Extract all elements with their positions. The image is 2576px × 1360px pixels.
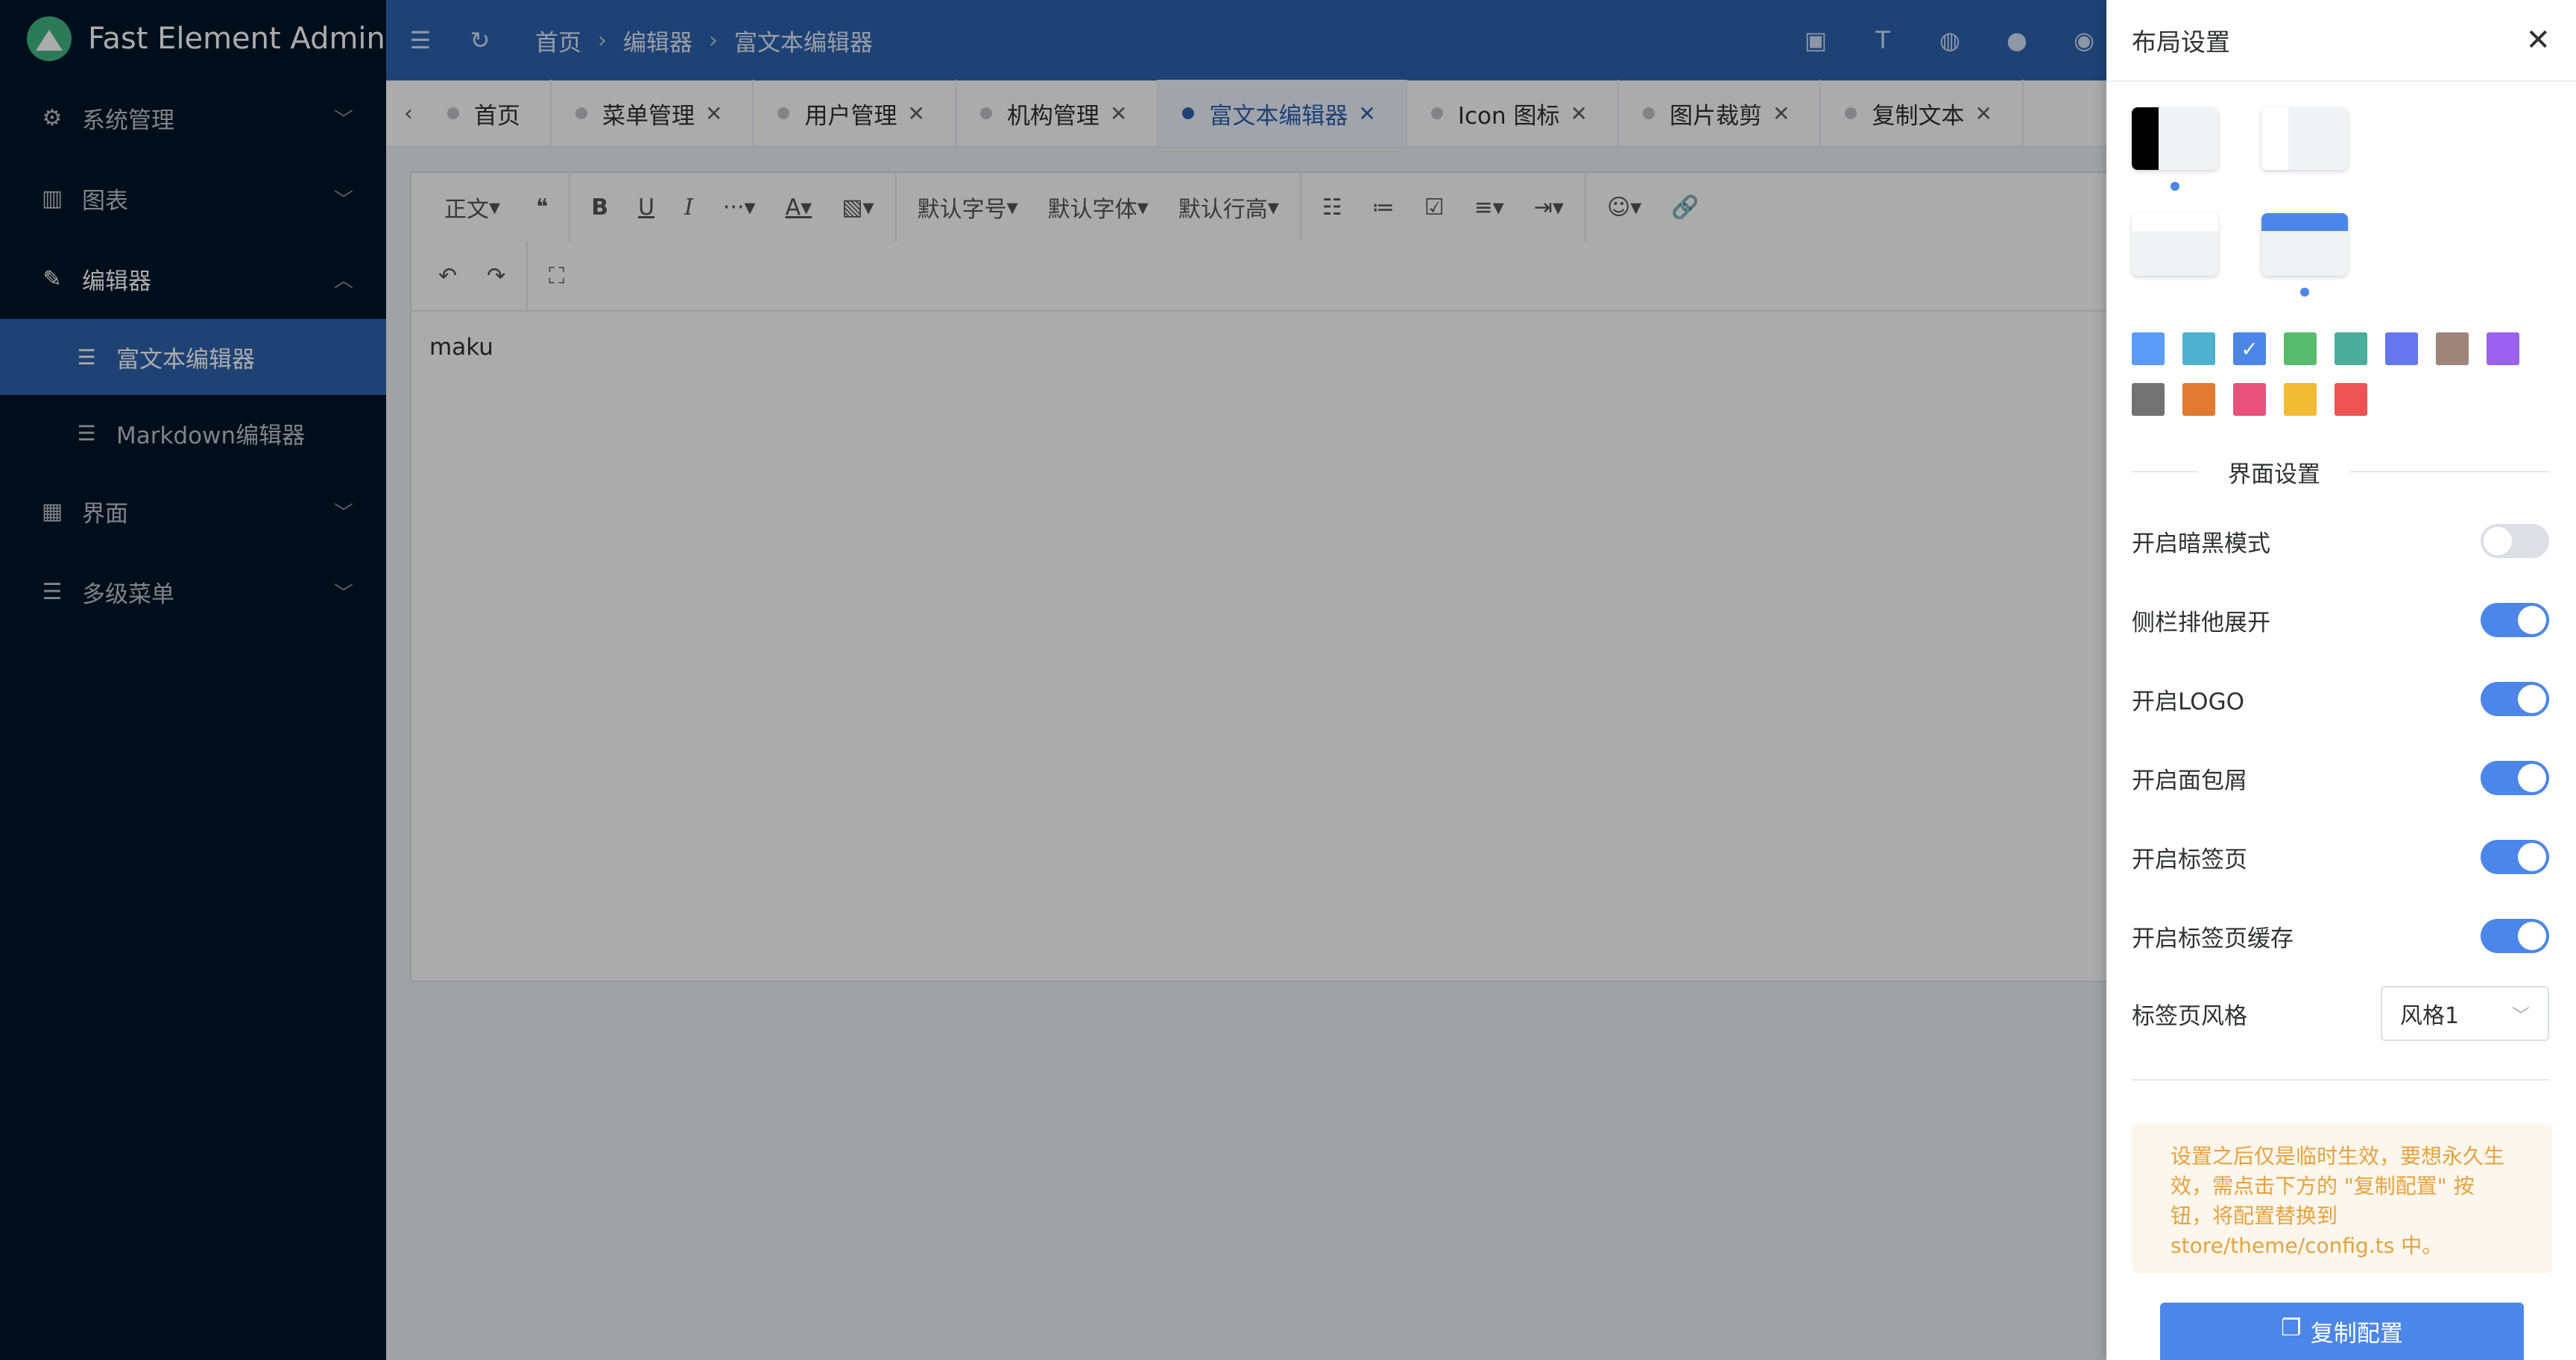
setting-label: 标签页风格 [2132, 1002, 2247, 1030]
setting-label: 开启标签页 [2132, 846, 2247, 873]
chevron-down-icon: ﹀ [2512, 1005, 2530, 1026]
divider-line [2132, 1079, 2549, 1081]
setting-dark-mode: 开启暗黑模式 [2132, 519, 2549, 563]
selected-dot [2300, 288, 2309, 297]
color-swatch[interactable] [2334, 383, 2367, 416]
divider-line [2132, 471, 2198, 472]
layout-option-vertical[interactable] [2132, 107, 2218, 170]
tabs-cache-toggle[interactable] [2481, 919, 2549, 953]
sidebar-accordion-toggle[interactable] [2481, 603, 2549, 637]
divider-line [2350, 471, 2549, 472]
layout-sidebar-preview [2132, 107, 2159, 170]
layout-option-light-sidebar[interactable] [2261, 107, 2348, 170]
color-swatch[interactable] [2182, 383, 2215, 416]
layout-settings-drawer: 布局设置 ✕ ✓ 界面设置 开启暗黑模式 侧栏排他展开 开启LOGO 开启面包屑… [2106, 0, 2576, 1360]
setting-label: 开启LOGO [2132, 688, 2244, 715]
logo-toggle[interactable] [2481, 682, 2549, 716]
setting-sidebar-accordion: 侧栏排他展开 [2132, 598, 2549, 642]
layout-options [2132, 104, 2378, 306]
setting-tabs: 开启标签页 [2132, 835, 2549, 879]
check-icon: ✓ [2241, 336, 2258, 361]
layout-option-blue-top[interactable] [2261, 213, 2348, 276]
copy-icon: ❐ [2281, 1315, 2302, 1341]
color-swatch[interactable] [2487, 332, 2519, 365]
tabs-toggle[interactable] [2481, 840, 2549, 874]
drawer-header: 布局设置 ✕ [2106, 0, 2576, 82]
tab-style-select[interactable]: 风格1 ﹀ [2381, 986, 2549, 1041]
setting-label: 开启标签页缓存 [2132, 925, 2294, 952]
setting-breadcrumb: 开启面包屑 [2132, 756, 2549, 800]
color-swatch[interactable] [2436, 332, 2469, 365]
selected-dot [2171, 182, 2179, 191]
color-swatch[interactable] [2132, 332, 2165, 365]
copy-config-label: 复制配置 [2310, 1321, 2403, 1347]
modal-overlay[interactable] [0, 0, 2106, 1360]
setting-tabs-cache: 开启标签页缓存 [2132, 914, 2549, 958]
color-swatch[interactable] [2284, 383, 2317, 416]
breadcrumb-toggle[interactable] [2481, 761, 2549, 795]
setting-logo: 开启LOGO [2132, 677, 2549, 721]
setting-label: 侧栏排他展开 [2132, 609, 2270, 636]
layout-topbar-preview [2261, 213, 2348, 231]
setting-label: 开启面包屑 [2132, 767, 2247, 794]
layout-topbar-preview [2132, 213, 2218, 231]
section-divider: 界面设置 [2132, 459, 2549, 488]
layout-sidebar-preview [2261, 107, 2288, 170]
drawer-title: 布局设置 [2132, 28, 2230, 57]
color-swatch[interactable] [2132, 383, 2165, 416]
color-swatch-selected[interactable]: ✓ [2233, 332, 2266, 365]
color-swatch[interactable] [2284, 332, 2317, 365]
copy-config-button[interactable]: ❐ 复制配置 [2160, 1303, 2524, 1360]
color-swatch[interactable] [2233, 383, 2266, 416]
color-swatch[interactable] [2182, 332, 2215, 365]
layout-option-horizontal[interactable] [2132, 213, 2218, 276]
section-title: 界面设置 [2228, 461, 2320, 488]
select-value: 风格1 [2400, 1003, 2460, 1029]
setting-label: 开启暗黑模式 [2132, 530, 2270, 557]
setting-tab-style: 标签页风格 风格1 ﹀ [2132, 984, 2549, 1043]
dark-mode-toggle[interactable] [2481, 524, 2549, 558]
close-icon[interactable]: ✕ [2525, 23, 2551, 57]
color-swatch[interactable] [2334, 332, 2367, 365]
color-swatch[interactable] [2385, 332, 2418, 365]
config-tip: 设置之后仅是临时生效，要想永久生效，需点击下方的 "复制配置" 按钮，将配置替换… [2132, 1124, 2552, 1273]
